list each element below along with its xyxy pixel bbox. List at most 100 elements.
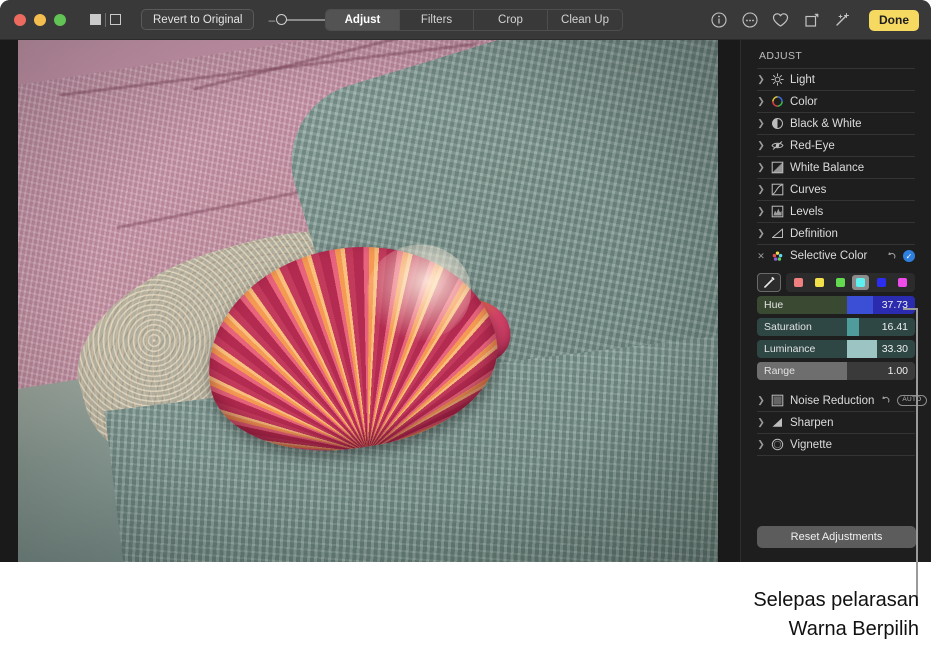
tab-adjust[interactable]: Adjust bbox=[326, 10, 400, 30]
reset-adjustments-button[interactable]: Reset Adjustments bbox=[757, 526, 916, 548]
favorite-heart-icon[interactable] bbox=[772, 12, 789, 29]
adjust-row-white-balance[interactable]: ❯ White Balance bbox=[757, 157, 915, 179]
chevron-right-icon[interactable]: ❯ bbox=[757, 184, 765, 195]
tab-filters[interactable]: Filters bbox=[400, 10, 474, 30]
range-slider-value: 1.00 bbox=[888, 362, 908, 380]
eyedropper-icon[interactable] bbox=[757, 273, 781, 292]
enhance-wand-icon[interactable] bbox=[834, 12, 851, 29]
divider bbox=[105, 13, 106, 27]
black-white-icon bbox=[771, 117, 784, 130]
luminance-slider-knob[interactable] bbox=[847, 340, 877, 358]
chevron-right-icon[interactable]: ❯ bbox=[757, 417, 765, 428]
done-button[interactable]: Done bbox=[869, 10, 919, 31]
adjust-row-sharpen-label: Sharpen bbox=[790, 417, 833, 429]
photo-canvas[interactable] bbox=[0, 40, 740, 562]
adjust-row-red-eye-label: Red-Eye bbox=[790, 140, 835, 152]
adjust-row-selective-color[interactable]: ✕ Selective Color ✓ bbox=[757, 245, 915, 267]
cyan-swatch-cell[interactable] bbox=[852, 275, 869, 290]
adjust-panel: ADJUST ❯ Light ❯ Color ❯ bbox=[740, 40, 931, 562]
reset-adjustments-label: Reset Adjustments bbox=[791, 531, 883, 543]
luminance-slider[interactable]: Luminance 33.30 bbox=[757, 340, 915, 358]
scallop-shell-on-sand-photo[interactable] bbox=[18, 40, 718, 562]
revert-arrow-icon[interactable] bbox=[886, 251, 897, 262]
edit-mode-segmented-control: Adjust Filters Crop Clean Up bbox=[325, 9, 623, 31]
chevron-right-icon[interactable]: ❯ bbox=[757, 395, 765, 406]
adjust-row-noise-reduction-label: Noise Reduction bbox=[790, 395, 874, 407]
adjust-row-light[interactable]: ❯ Light bbox=[757, 69, 915, 91]
chevron-right-icon[interactable]: ❯ bbox=[757, 96, 765, 107]
green-swatch-cell[interactable] bbox=[832, 275, 849, 290]
chevron-right-icon[interactable]: ❯ bbox=[757, 439, 765, 450]
red-swatch-cell[interactable] bbox=[790, 275, 807, 290]
adjust-row-vignette[interactable]: ❯ Vignette bbox=[757, 434, 915, 456]
blue-swatch-cell[interactable] bbox=[873, 275, 890, 290]
range-slider[interactable]: Range 1.00 bbox=[757, 362, 915, 380]
info-icon[interactable] bbox=[710, 12, 727, 29]
maximize-button[interactable] bbox=[54, 14, 66, 26]
adjust-row-color-label: Color bbox=[790, 96, 817, 108]
adjust-row-light-label: Light bbox=[790, 74, 815, 86]
tab-clean-up[interactable]: Clean Up bbox=[548, 10, 622, 30]
more-options-icon[interactable] bbox=[741, 12, 758, 29]
hue-slider-knob[interactable] bbox=[847, 296, 873, 314]
caption-line-2: Warna Berpilih bbox=[499, 615, 919, 644]
chevron-right-icon[interactable]: ❯ bbox=[757, 140, 765, 151]
selective-color-icon bbox=[771, 250, 784, 263]
adjust-row-definition-label: Definition bbox=[790, 228, 838, 240]
chevron-down-icon[interactable]: ✕ bbox=[757, 251, 765, 262]
adjust-row-noise-reduction[interactable]: ❯ Noise Reduction AUTO bbox=[757, 390, 915, 412]
done-label: Done bbox=[879, 13, 909, 27]
definition-icon bbox=[771, 227, 784, 240]
saturation-slider[interactable]: Saturation 16.41 bbox=[757, 318, 915, 336]
adjust-row-red-eye[interactable]: ❯ Red-Eye bbox=[757, 135, 915, 157]
chevron-right-icon[interactable]: ❯ bbox=[757, 74, 765, 85]
callout-tick bbox=[903, 308, 917, 310]
adjust-row-sharpen[interactable]: ❯ Sharpen bbox=[757, 412, 915, 434]
saturation-slider-label: Saturation bbox=[764, 318, 812, 336]
range-slider-label: Range bbox=[764, 362, 795, 380]
light-icon bbox=[771, 73, 784, 86]
window-controls bbox=[14, 14, 66, 26]
adjust-row-white-balance-label: White Balance bbox=[790, 162, 864, 174]
auto-button[interactable]: AUTO bbox=[897, 395, 926, 406]
caption-line-1: Selepas pelarasan bbox=[499, 586, 919, 615]
split-view-toggle[interactable] bbox=[90, 13, 121, 27]
adjust-row-curves[interactable]: ❯ Curves bbox=[757, 179, 915, 201]
yellow-swatch-cell[interactable] bbox=[811, 275, 828, 290]
revert-to-original-button[interactable]: Revert to Original bbox=[141, 9, 254, 30]
zoom-knob[interactable] bbox=[276, 14, 287, 25]
red-eye-icon bbox=[771, 139, 784, 152]
selective-color-swatch-row bbox=[757, 273, 915, 292]
green-swatch bbox=[836, 278, 845, 287]
tab-crop[interactable]: Crop bbox=[474, 10, 548, 30]
outline-square-icon bbox=[110, 14, 121, 25]
chevron-right-icon[interactable]: ❯ bbox=[757, 118, 765, 129]
checkmark-enabled-icon[interactable]: ✓ bbox=[903, 250, 915, 262]
tab-adjust-label: Adjust bbox=[345, 14, 381, 26]
vignette-icon bbox=[771, 438, 784, 451]
rotate-icon[interactable] bbox=[803, 12, 820, 29]
blue-swatch bbox=[877, 278, 886, 287]
adjust-row-definition[interactable]: ❯ Definition bbox=[757, 223, 915, 245]
red-swatch bbox=[794, 278, 803, 287]
tab-filters-label: Filters bbox=[421, 14, 452, 26]
yellow-swatch bbox=[815, 278, 824, 287]
adjust-row-black-and-white[interactable]: ❯ Black & White bbox=[757, 113, 915, 135]
chevron-right-icon[interactable]: ❯ bbox=[757, 162, 765, 173]
adjust-row-levels[interactable]: ❯ Levels bbox=[757, 201, 915, 223]
revert-arrow-icon[interactable] bbox=[880, 395, 891, 406]
magenta-swatch-cell[interactable] bbox=[894, 275, 911, 290]
hue-slider[interactable]: Hue 37.73 bbox=[757, 296, 915, 314]
adjust-row-curves-label: Curves bbox=[790, 184, 826, 196]
chevron-right-icon[interactable]: ❯ bbox=[757, 228, 765, 239]
chevron-right-icon[interactable]: ❯ bbox=[757, 206, 765, 217]
close-button[interactable] bbox=[14, 14, 26, 26]
adjust-row-color[interactable]: ❯ Color bbox=[757, 91, 915, 113]
zoom-out-icon[interactable]: – bbox=[268, 14, 275, 26]
minimize-button[interactable] bbox=[34, 14, 46, 26]
color-wheel-icon bbox=[771, 95, 784, 108]
levels-icon bbox=[771, 205, 784, 218]
revert-to-original-label: Revert to Original bbox=[153, 14, 242, 26]
luminance-slider-label: Luminance bbox=[764, 340, 815, 358]
saturation-slider-knob[interactable] bbox=[847, 318, 859, 336]
